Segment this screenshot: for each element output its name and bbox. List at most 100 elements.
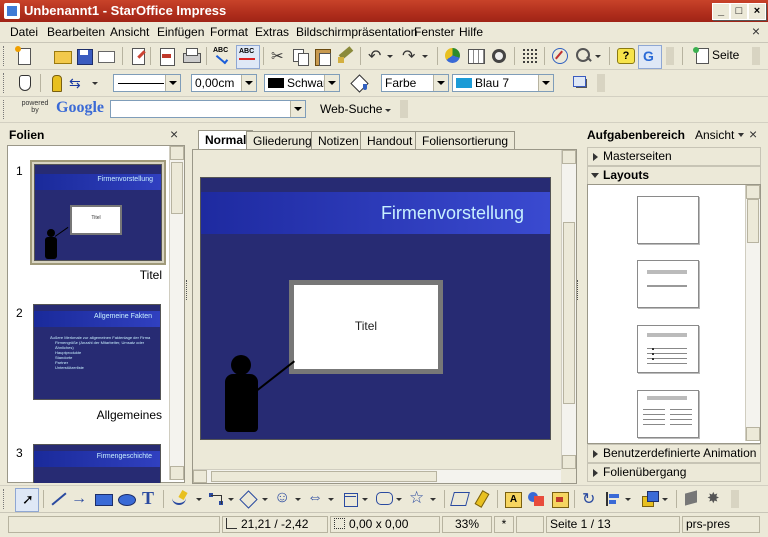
- animation-effects-icon[interactable]: ✸: [705, 489, 725, 509]
- scroll-thumb[interactable]: [747, 199, 759, 243]
- main-slide-title[interactable]: Firmenvorstellung: [381, 203, 524, 224]
- zoom-magnifier-icon[interactable]: [574, 46, 594, 66]
- toolbar-overflow-icon-5[interactable]: [731, 490, 739, 508]
- layout-title-content[interactable]: [637, 325, 699, 373]
- area-fill-bucket-icon[interactable]: [350, 73, 370, 93]
- scroll-up-button[interactable]: [170, 146, 184, 160]
- task-pane-splitter[interactable]: [577, 280, 581, 300]
- close-task-pane-icon[interactable]: ×: [749, 126, 757, 142]
- toolbar-overflow-icon-2[interactable]: [752, 47, 760, 65]
- scroll-thumb[interactable]: [171, 162, 183, 214]
- page-icon[interactable]: [693, 46, 713, 66]
- toolbar-grip[interactable]: [3, 100, 7, 119]
- slides-panel-splitter[interactable]: [186, 280, 190, 300]
- area-color-combo[interactable]: Blau 7: [452, 74, 554, 92]
- select-arrow-icon[interactable]: ➚: [15, 488, 39, 512]
- clone-formatting-brush-icon[interactable]: [336, 46, 356, 66]
- google-search-icon[interactable]: G: [638, 45, 662, 69]
- section-custom-animation[interactable]: Benutzerdefinierte Animation: [587, 444, 761, 463]
- toolbar-grip[interactable]: [3, 489, 7, 509]
- task-pane-view-menu[interactable]: Ansicht: [695, 128, 734, 142]
- undo-dropdown-icon[interactable]: [385, 46, 395, 66]
- close-slides-panel-icon[interactable]: ×: [170, 126, 178, 142]
- export-pdf-icon[interactable]: [157, 46, 177, 66]
- arrow-style-icon[interactable]: ⇆: [68, 73, 88, 93]
- print-icon[interactable]: [181, 46, 201, 66]
- main-vertical-scrollbar[interactable]: [561, 150, 576, 469]
- scroll-right-button[interactable]: [193, 470, 207, 483]
- menu-fenster[interactable]: Fenster: [414, 25, 455, 39]
- text-tool-icon[interactable]: T: [139, 488, 159, 509]
- line-width-field[interactable]: 0,00cm: [191, 74, 257, 92]
- tab-notizen[interactable]: Notizen: [311, 131, 366, 149]
- redo-dropdown-icon[interactable]: [420, 46, 430, 66]
- slides-panel-scrollbar[interactable]: [169, 146, 184, 480]
- menu-bearbeiten[interactable]: Bearbeiten: [47, 25, 105, 39]
- tab-handout[interactable]: Handout: [360, 131, 420, 149]
- arrow-line-tool-icon[interactable]: →: [70, 489, 90, 509]
- maximize-button[interactable]: □: [730, 3, 748, 20]
- web-search-dropdown-icon[interactable]: [383, 100, 393, 120]
- navigator-icon[interactable]: [550, 46, 570, 66]
- menu-hilfe[interactable]: Hilfe: [459, 25, 483, 39]
- spellcheck-icon[interactable]: ABC: [212, 46, 232, 66]
- slide-thumbnail-2[interactable]: Allgemeine Fakten Äußere Merkmale zur al…: [33, 304, 161, 400]
- section-slide-transition[interactable]: Folienübergang: [587, 463, 761, 482]
- alignment-dropdown-icon[interactable]: [623, 489, 633, 509]
- toolbar-overflow-icon-4[interactable]: [400, 100, 408, 118]
- rotate-icon[interactable]: ↻: [580, 489, 600, 509]
- layout-title-only[interactable]: [637, 260, 699, 308]
- scroll-down-button[interactable]: [562, 455, 576, 469]
- help-icon[interactable]: ?: [615, 46, 635, 66]
- paste-icon[interactable]: [312, 46, 332, 66]
- area-style-combo[interactable]: Farbe: [381, 74, 449, 92]
- table-icon[interactable]: [466, 46, 486, 66]
- save-disk-icon[interactable]: [74, 46, 94, 66]
- callouts-dropdown-icon[interactable]: [394, 489, 404, 509]
- scroll-thumb[interactable]: [211, 471, 437, 482]
- menu-bildschirmpraesentation[interactable]: Bildschirmpräsentation: [296, 25, 417, 39]
- menu-format[interactable]: Format: [210, 25, 248, 39]
- scroll-down-button[interactable]: [170, 466, 184, 480]
- curve-dropdown-icon[interactable]: [194, 489, 204, 509]
- alignment-icon[interactable]: [603, 489, 623, 509]
- main-slide[interactable]: Firmenvorstellung Titel: [200, 177, 551, 440]
- block-arrows-icon[interactable]: ⇔: [306, 489, 326, 509]
- show-draw-functions-icon[interactable]: [489, 46, 509, 66]
- curve-tool-icon[interactable]: [170, 489, 190, 509]
- main-horizontal-scrollbar[interactable]: [193, 469, 561, 483]
- autospellcheck-icon[interactable]: ABC: [236, 45, 260, 69]
- glue-points-icon[interactable]: [473, 489, 493, 509]
- scroll-thumb[interactable]: [563, 222, 575, 404]
- status-zoom[interactable]: 33%: [442, 516, 492, 533]
- from-file-image-icon[interactable]: [526, 489, 546, 509]
- callouts-icon[interactable]: [374, 489, 394, 509]
- scroll-up-button[interactable]: [562, 150, 576, 164]
- connector-tool-icon[interactable]: [206, 489, 226, 509]
- copy-icon[interactable]: [290, 46, 310, 66]
- undo-icon[interactable]: ↶: [366, 46, 386, 66]
- toolbar-grip[interactable]: [3, 46, 7, 66]
- toolbar-overflow-icon[interactable]: [666, 47, 674, 65]
- section-masterpages[interactable]: Masterseiten: [587, 147, 761, 166]
- fontwork-icon[interactable]: A: [503, 489, 523, 509]
- edit-points-icon[interactable]: [14, 73, 34, 93]
- tab-gliederung[interactable]: Gliederung: [246, 131, 319, 149]
- tab-foliensortierung[interactable]: Foliensortierung: [415, 131, 516, 149]
- toolbar-overflow-icon-3[interactable]: [597, 74, 605, 92]
- redo-icon[interactable]: ↷: [400, 46, 420, 66]
- section-layouts[interactable]: Layouts: [587, 166, 761, 185]
- line-style-combo[interactable]: [113, 74, 181, 92]
- minimize-button[interactable]: _: [712, 3, 730, 20]
- layout-title-two-content[interactable]: [637, 390, 699, 438]
- slide-thumbnail-1-selection[interactable]: Firmenvorstellung Titel: [30, 160, 166, 265]
- basic-shapes-dropdown-icon[interactable]: [260, 489, 270, 509]
- menu-einfuegen[interactable]: Einfügen: [157, 25, 204, 39]
- stars-icon[interactable]: ☆: [408, 488, 428, 509]
- basic-shapes-diamond-icon[interactable]: [238, 489, 258, 509]
- rectangle-tool-icon[interactable]: [93, 489, 113, 509]
- line-tool-icon[interactable]: [48, 489, 68, 509]
- google-search-input[interactable]: [110, 100, 306, 118]
- gallery-icon[interactable]: [550, 489, 570, 509]
- seite-label[interactable]: Seite: [712, 48, 739, 62]
